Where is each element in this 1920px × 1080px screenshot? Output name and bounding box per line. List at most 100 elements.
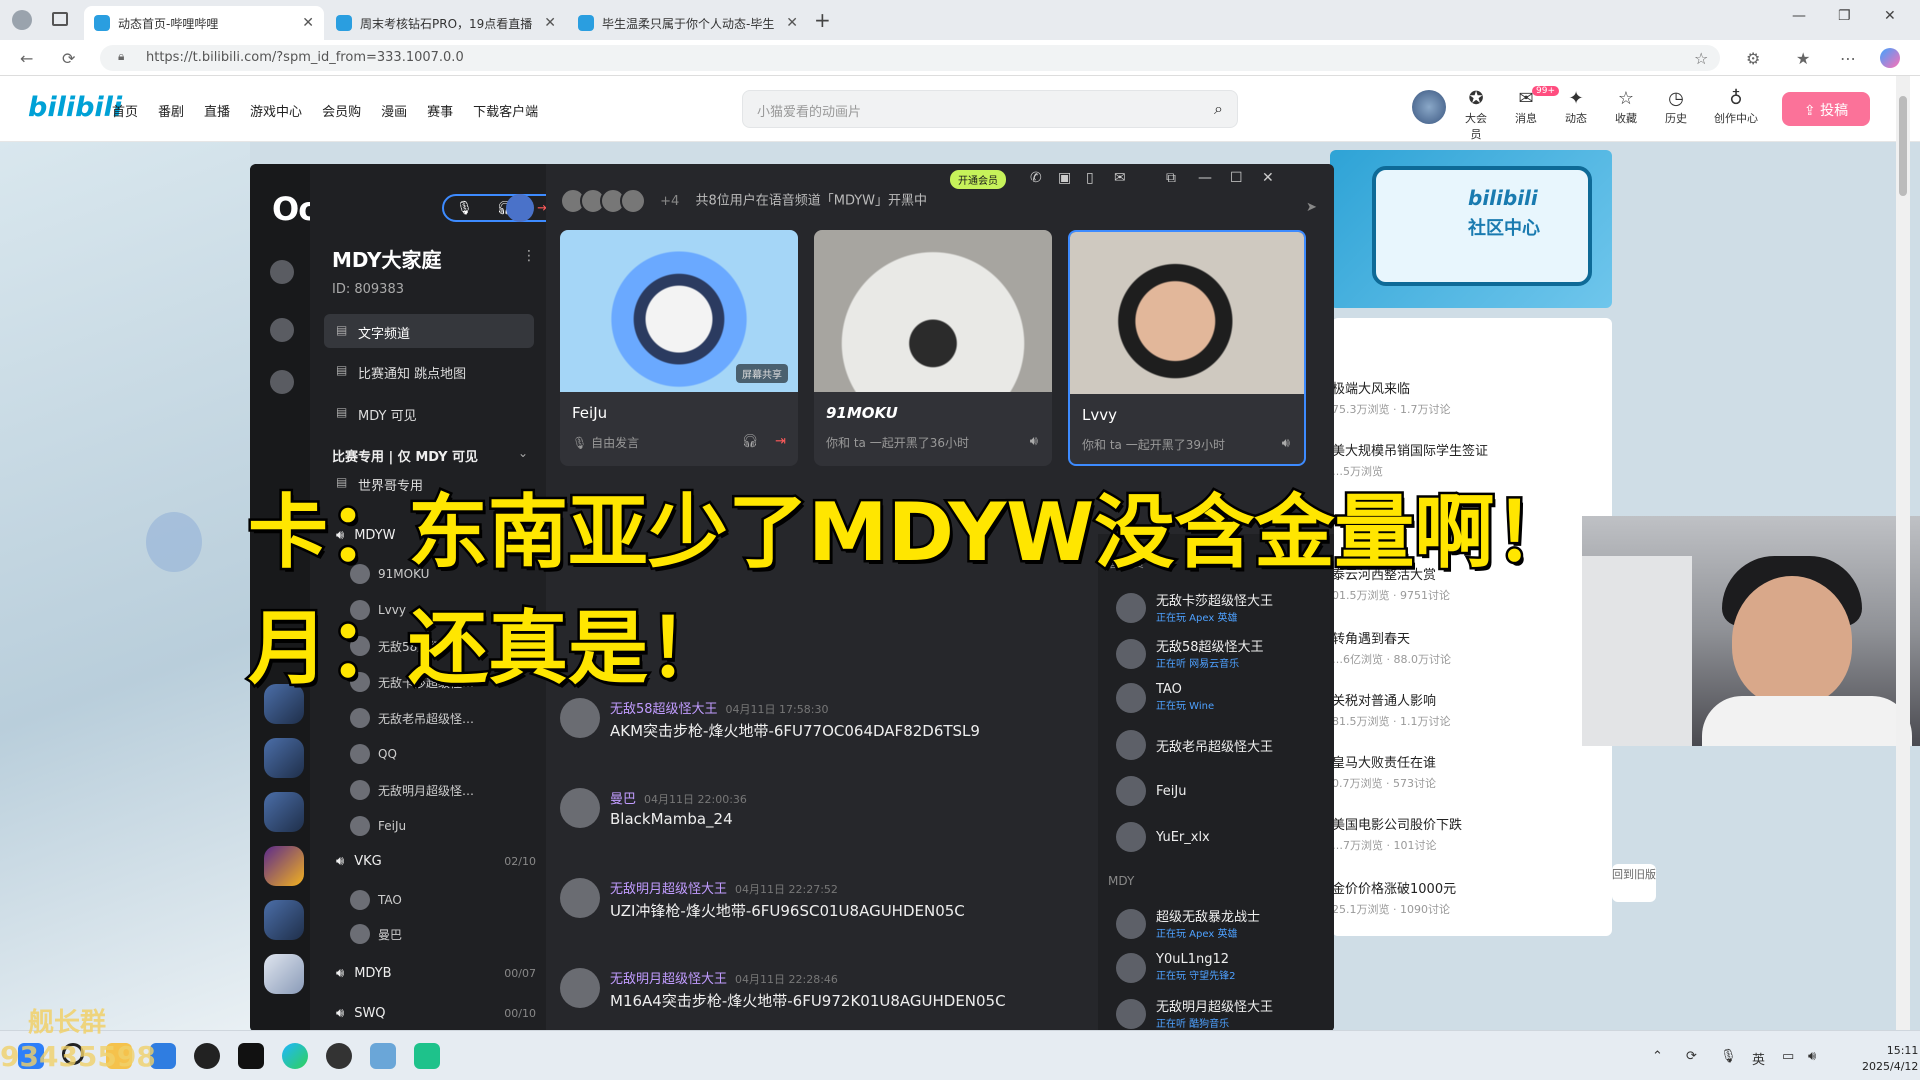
member-item[interactable]: 无敌卡莎超级怪大王 正在玩 Apex 英雄 <box>1116 590 1273 625</box>
trending-item[interactable]: 极端大风来临 75.3万浏览 · 1.7万讨论 <box>1332 378 1450 417</box>
url-field[interactable]: 🔒︎ https://t.bilibili.com/?spm_id_from=3… <box>100 45 1720 71</box>
browser-tab-1[interactable]: 动态首页-哔哩哔哩 ✕ <box>84 6 324 40</box>
ime-indicator[interactable]: 英 <box>1752 1049 1765 1068</box>
messages-button[interactable]: ✉ 消息 <box>1510 88 1542 142</box>
extensions-icon[interactable]: ⚙ <box>1746 49 1760 68</box>
nav-home[interactable]: 首页 <box>112 101 138 120</box>
headphone-icon[interactable]: 🎧︎ <box>741 434 758 449</box>
upload-button[interactable]: ⇪ 投稿 <box>1782 92 1870 126</box>
voice-member[interactable]: TAO <box>350 890 402 910</box>
volume-icon[interactable]: 🔊︎ <box>1808 1049 1816 1064</box>
member-item[interactable]: TAO 正在玩 Wine <box>1116 682 1214 713</box>
favorite-icon[interactable]: ☆ <box>1694 49 1708 68</box>
voice-member[interactable]: 曼巴 <box>350 924 402 944</box>
trending-item[interactable]: 关税对普通人影响 81.5万浏览 · 1.1万讨论 <box>1332 690 1450 729</box>
nav-download-client[interactable]: 下载客户端 <box>473 101 538 120</box>
app-icon[interactable] <box>370 1043 396 1069</box>
voice-channel-mdyb[interactable]: 🔊︎ MDYB 00/07 <box>336 966 536 981</box>
clipboard-icon[interactable]: ▯ <box>1086 170 1094 186</box>
scrollbar-thumb[interactable] <box>1899 96 1907 196</box>
back-to-old-version-button[interactable]: 回到旧版 <box>1612 864 1656 902</box>
video-card[interactable]: 屏幕共享 FeiJu 🎙︎ 自由发言 🎧︎ ⇥ <box>560 230 798 466</box>
nav-game-center[interactable]: 游戏中心 <box>250 101 302 120</box>
member-item[interactable]: 超级无敌暴龙战士 正在玩 Apex 英雄 <box>1116 906 1260 941</box>
member-item[interactable]: 无敌明月超级怪大王 正在听 酷狗音乐 <box>1116 996 1273 1031</box>
close-tab-icon[interactable]: ✕ <box>786 15 798 31</box>
voice-member[interactable]: 无敌老吊超级怪… <box>350 708 474 728</box>
volume-icon[interactable]: 🔊︎ <box>1282 436 1290 451</box>
self-avatar[interactable] <box>506 194 534 222</box>
nav-shop[interactable]: 会员购 <box>322 101 361 120</box>
sync-icon[interactable]: ⟳ <box>1686 1049 1697 1064</box>
chevron-up-icon[interactable]: ⌃ <box>1652 1049 1663 1064</box>
trending-item[interactable]: 皇马大败责任在谁 0.7万浏览 · 573讨论 <box>1332 752 1436 791</box>
maximize-icon[interactable]: ☐ <box>1230 170 1243 186</box>
trending-item[interactable]: 美国电影公司股价下跌 …7万浏览 · 101讨论 <box>1332 814 1462 853</box>
diamond-icon[interactable] <box>270 318 294 342</box>
browser-tab-3[interactable]: 毕生温柔只属于你个人动态-毕生 ✕ <box>568 6 808 40</box>
lightning-icon[interactable] <box>270 370 294 394</box>
channel-section-header[interactable]: 比赛专用 | 仅 MDY 可见 <box>332 446 478 465</box>
phone-icon[interactable]: ✆ <box>1030 170 1042 186</box>
tab-actions-icon[interactable] <box>52 12 68 26</box>
chevron-down-icon[interactable]: ⌄ <box>518 446 528 460</box>
close-window-icon[interactable]: ✕ <box>1884 8 1896 24</box>
new-tab-button[interactable]: + <box>814 8 831 32</box>
browser-tab-2[interactable]: 周末考核钻石PRO，19点看直播 ✕ <box>326 6 566 40</box>
more-options-icon[interactable]: ⋮ <box>522 248 536 264</box>
server-icon[interactable] <box>264 738 304 778</box>
close-tab-icon[interactable]: ✕ <box>302 15 314 31</box>
voice-channel-vkg[interactable]: 🔊︎ VKG 02/10 <box>336 854 536 869</box>
more-icon[interactable]: ⋯ <box>1840 49 1856 68</box>
app-z-icon[interactable] <box>238 1043 264 1069</box>
video-card[interactable]: Lvvy 你和 ta 一起开黑了39小时 🔊︎ <box>1068 230 1306 466</box>
profile-icon[interactable] <box>12 10 32 30</box>
back-icon[interactable]: ← <box>20 49 33 68</box>
obs-icon[interactable] <box>326 1043 352 1069</box>
user-avatar[interactable] <box>1412 90 1446 124</box>
leave-icon[interactable]: ⇥ <box>775 434 786 449</box>
mail-icon[interactable]: ✉ <box>1114 170 1126 186</box>
volume-icon[interactable]: 🔊︎ <box>1030 434 1038 449</box>
collections-icon[interactable]: ★ <box>1796 49 1810 68</box>
server-icon[interactable] <box>264 792 304 832</box>
participant-avatars[interactable] <box>560 188 646 214</box>
edge-icon[interactable] <box>282 1043 308 1069</box>
video-card[interactable]: 91MOKU 你和 ta 一起开黑了36小时 🔊︎ <box>814 230 1052 466</box>
nav-anime[interactable]: 番剧 <box>158 101 184 120</box>
voice-member[interactable]: QQ <box>350 744 397 764</box>
nav-esports[interactable]: 赛事 <box>427 101 453 120</box>
minimize-window-icon[interactable]: — <box>1792 8 1806 24</box>
nav-manga[interactable]: 漫画 <box>381 101 407 120</box>
qq-icon[interactable] <box>194 1043 220 1069</box>
member-item[interactable]: YuEr_xlx <box>1116 822 1210 852</box>
minimize-icon[interactable]: — <box>1198 170 1212 186</box>
network-icon[interactable]: ▭ <box>1782 1049 1794 1064</box>
trending-item[interactable]: 金价价格涨破1000元 25.1万浏览 · 1090讨论 <box>1332 878 1456 917</box>
microphone-icon[interactable]: 🎙︎ <box>1720 1049 1737 1064</box>
restore-window-icon[interactable]: ❐ <box>1838 8 1851 24</box>
nav-live[interactable]: 直播 <box>204 101 230 120</box>
bilibili-logo[interactable]: bilibili <box>28 92 122 123</box>
send-icon[interactable]: ➤ <box>1306 200 1317 215</box>
close-icon[interactable]: ✕ <box>1262 170 1274 186</box>
channel-mdy-visible[interactable]: ▤ MDY 可见 <box>324 396 534 430</box>
search-input[interactable]: 小猫爱看的动画片 ⌕ <box>742 90 1238 128</box>
copilot-icon[interactable] <box>1880 48 1900 68</box>
trending-item[interactable]: 转角遇到春天 …6亿浏览 · 88.0万讨论 <box>1332 628 1451 667</box>
server-icon[interactable] <box>264 846 304 886</box>
server-icon[interactable] <box>264 954 304 994</box>
channel-text[interactable]: ▤ 文字频道 <box>324 314 534 348</box>
member-item[interactable]: 无敌58超级怪大王 正在听 网易云音乐 <box>1116 636 1264 671</box>
taskbar-clock[interactable]: 15:11 2025/4/12 <box>1862 1043 1918 1075</box>
channel-match-notice[interactable]: ▤ 比赛通知 跳点地图 <box>324 354 534 388</box>
voice-member[interactable]: 无敌明月超级怪… <box>350 780 474 800</box>
voice-member[interactable]: FeiJu <box>350 816 406 836</box>
server-icon[interactable] <box>264 900 304 940</box>
dynamic-button[interactable]: ✦ 动态 <box>1560 88 1592 142</box>
play-icon[interactable] <box>270 260 294 284</box>
vip-button[interactable]: ✪ 大会员 <box>1460 88 1492 142</box>
app-icon[interactable] <box>414 1043 440 1069</box>
gift-icon[interactable]: ▣ <box>1058 170 1071 186</box>
member-item[interactable]: 无敌老吊超级怪大王 <box>1116 730 1273 760</box>
